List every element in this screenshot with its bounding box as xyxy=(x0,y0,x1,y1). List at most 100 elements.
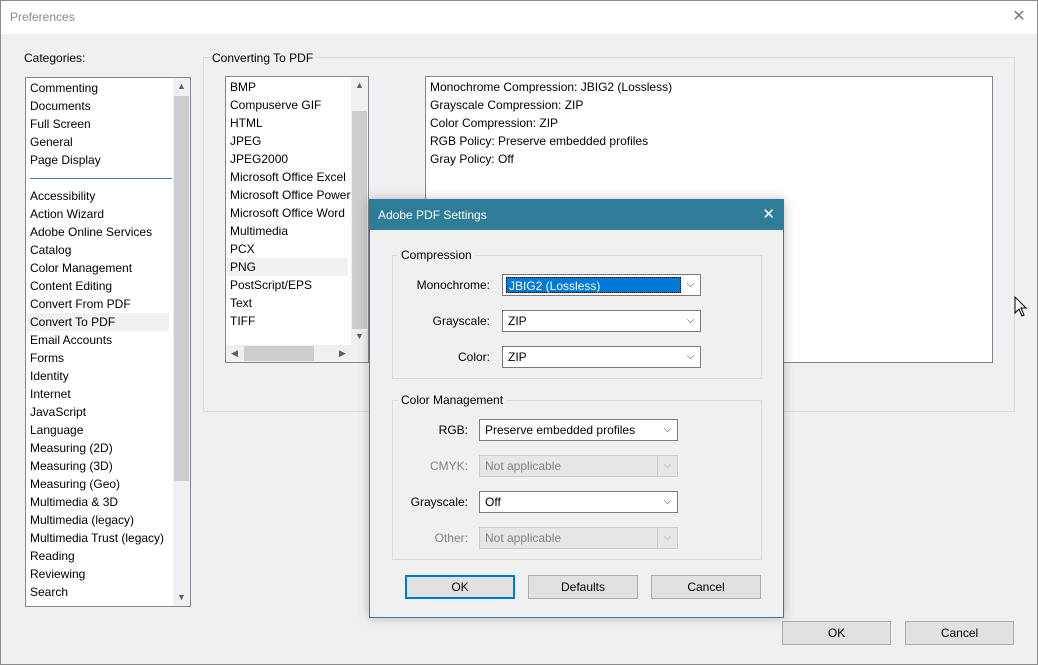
category-item[interactable]: Internet xyxy=(30,385,172,403)
scroll-down-icon[interactable]: ▼ xyxy=(351,328,368,345)
categories-list[interactable]: Commenting Documents Full Screen General Pag… xyxy=(25,77,191,607)
chevron-down-icon[interactable]: ⌵ xyxy=(680,311,700,331)
format-item[interactable]: Microsoft Office Word xyxy=(230,204,351,222)
category-item[interactable]: Email Accounts xyxy=(30,331,172,349)
formats-hscrollbar[interactable]: ◀ ▶ xyxy=(226,345,351,362)
scroll-left-icon[interactable]: ◀ xyxy=(226,345,243,362)
category-item[interactable]: Identity xyxy=(30,367,172,385)
formats-list[interactable]: BMP Compuserve GIF HTML JPEG JPEG2000 Microso… xyxy=(225,76,369,363)
category-item[interactable]: Multimedia (legacy) xyxy=(30,511,172,529)
category-item[interactable]: Documents xyxy=(30,97,172,115)
grayscale-policy-select[interactable]: Off ⌵ xyxy=(479,491,678,513)
summary-line: Gray Policy: Off xyxy=(430,152,514,166)
categories-label: Categories: xyxy=(24,51,86,65)
category-item[interactable]: Adobe Online Services xyxy=(30,223,172,241)
scroll-thumb[interactable] xyxy=(174,96,189,481)
grayscale-compression-select[interactable]: ZIP ⌵ xyxy=(502,310,701,332)
category-item[interactable]: Catalog xyxy=(30,241,172,259)
grayscale-policy-value: Off xyxy=(485,495,501,509)
close-icon[interactable]: ✕ xyxy=(1011,7,1027,27)
format-item[interactable]: Microsoft Office Excel xyxy=(230,168,351,186)
summary-line: RGB Policy: Preserve embedded profiles xyxy=(430,134,649,148)
chevron-down-icon[interactable]: ⌵ xyxy=(657,420,677,440)
adobe-pdf-settings-dialog: Adobe PDF Settings ✕ Compression Monochr… xyxy=(369,199,784,618)
compression-group-label: Compression xyxy=(398,248,475,262)
category-item[interactable]: Full Screen xyxy=(30,115,172,133)
color-compression-label: Color: xyxy=(457,350,490,364)
format-item[interactable]: PostScript/EPS xyxy=(230,276,351,294)
grayscale-compression-value: ZIP xyxy=(508,314,527,328)
summary-line: Grayscale Compression: ZIP xyxy=(430,98,584,112)
category-item[interactable]: Convert From PDF xyxy=(30,295,172,313)
category-item[interactable]: Measuring (2D) xyxy=(30,439,172,457)
cmyk-value: Not applicable xyxy=(485,459,562,473)
dialog-title: Adobe PDF Settings xyxy=(378,208,487,222)
scroll-thumb[interactable] xyxy=(244,346,314,361)
chevron-down-icon[interactable]: ⌵ xyxy=(680,347,700,367)
rgb-value: Preserve embedded profiles xyxy=(485,423,636,437)
category-item[interactable]: Page Display xyxy=(30,151,172,169)
category-item[interactable]: Color Management xyxy=(30,259,172,277)
format-item[interactable]: JPEG xyxy=(230,132,351,150)
window-titlebar: Preferences ✕ xyxy=(1,1,1037,34)
scroll-corner xyxy=(351,345,368,362)
category-item[interactable]: JavaScript xyxy=(30,403,172,421)
ok-button[interactable]: OK xyxy=(782,621,891,645)
category-item[interactable]: Measuring (3D) xyxy=(30,457,172,475)
defaults-button[interactable]: Defaults xyxy=(528,575,638,599)
converting-group-label: Converting To PDF xyxy=(209,51,317,65)
color-compression-select[interactable]: ZIP ⌵ xyxy=(502,346,701,368)
other-label: Other: xyxy=(434,531,468,545)
chevron-down-icon: ⌵ xyxy=(657,456,677,476)
category-item[interactable]: Reviewing xyxy=(30,565,172,583)
chevron-down-icon[interactable]: ⌵ xyxy=(657,492,677,512)
category-item[interactable]: General xyxy=(30,133,172,151)
dialog-ok-button[interactable]: OK xyxy=(405,575,515,599)
other-select: Not applicable ⌵ xyxy=(479,527,678,549)
format-item[interactable]: TIFF xyxy=(230,312,351,330)
category-item[interactable]: Multimedia & 3D xyxy=(30,493,172,511)
chevron-down-icon[interactable]: ⌵ xyxy=(680,275,700,295)
scroll-up-icon[interactable]: ▲ xyxy=(351,77,368,94)
category-item[interactable]: Measuring (Geo) xyxy=(30,475,172,493)
category-item[interactable]: Multimedia Trust (legacy) xyxy=(30,529,172,547)
summary-line: Color Compression: ZIP xyxy=(430,116,559,130)
categories-scrollbar[interactable]: ▲ ▼ xyxy=(173,78,190,606)
category-item[interactable]: Action Wizard xyxy=(30,205,172,223)
category-item[interactable]: Convert To PDF xyxy=(27,313,169,331)
category-item[interactable]: Forms xyxy=(30,349,172,367)
category-item[interactable]: Reading xyxy=(30,547,172,565)
format-item[interactable]: Text xyxy=(230,294,351,312)
category-item[interactable]: Commenting xyxy=(30,79,172,97)
format-item[interactable]: JPEG2000 xyxy=(230,150,351,168)
format-item[interactable]: BMP xyxy=(230,78,351,96)
rgb-select[interactable]: Preserve embedded profiles ⌵ xyxy=(479,419,678,441)
scroll-right-icon[interactable]: ▶ xyxy=(334,345,351,362)
close-icon[interactable]: ✕ xyxy=(762,205,775,223)
grayscale-policy-label: Grayscale: xyxy=(410,495,468,509)
category-item[interactable]: Content Editing xyxy=(30,277,172,295)
cancel-button[interactable]: Cancel xyxy=(905,621,1014,645)
format-item[interactable]: PCX xyxy=(230,240,351,258)
window-title: Preferences xyxy=(10,10,75,24)
scroll-thumb[interactable] xyxy=(352,111,367,329)
grayscale-compression-label: Grayscale: xyxy=(432,314,490,328)
monochrome-select[interactable]: JBIG2 (Lossless) ⌵ xyxy=(502,274,701,296)
monochrome-value: JBIG2 (Lossless) xyxy=(506,277,681,293)
formats-vscrollbar[interactable]: ▲ ▼ xyxy=(351,77,368,345)
format-item[interactable]: HTML xyxy=(230,114,351,132)
category-item[interactable]: Language xyxy=(30,421,172,439)
dialog-cancel-button[interactable]: Cancel xyxy=(651,575,761,599)
category-item[interactable]: Search xyxy=(30,583,172,601)
format-item[interactable]: PNG xyxy=(227,258,348,276)
format-item[interactable]: Microsoft Office Powerl xyxy=(230,186,353,204)
color-management-group-label: Color Management xyxy=(398,393,507,407)
format-item[interactable]: Compuserve GIF xyxy=(230,96,351,114)
format-item[interactable]: Multimedia xyxy=(230,222,351,240)
scroll-up-icon[interactable]: ▲ xyxy=(173,78,190,95)
rgb-label: RGB: xyxy=(438,423,468,437)
cmyk-label: CMYK: xyxy=(429,459,468,473)
scroll-down-icon[interactable]: ▼ xyxy=(173,589,190,606)
category-divider xyxy=(30,178,172,179)
category-item[interactable]: Accessibility xyxy=(30,187,172,205)
